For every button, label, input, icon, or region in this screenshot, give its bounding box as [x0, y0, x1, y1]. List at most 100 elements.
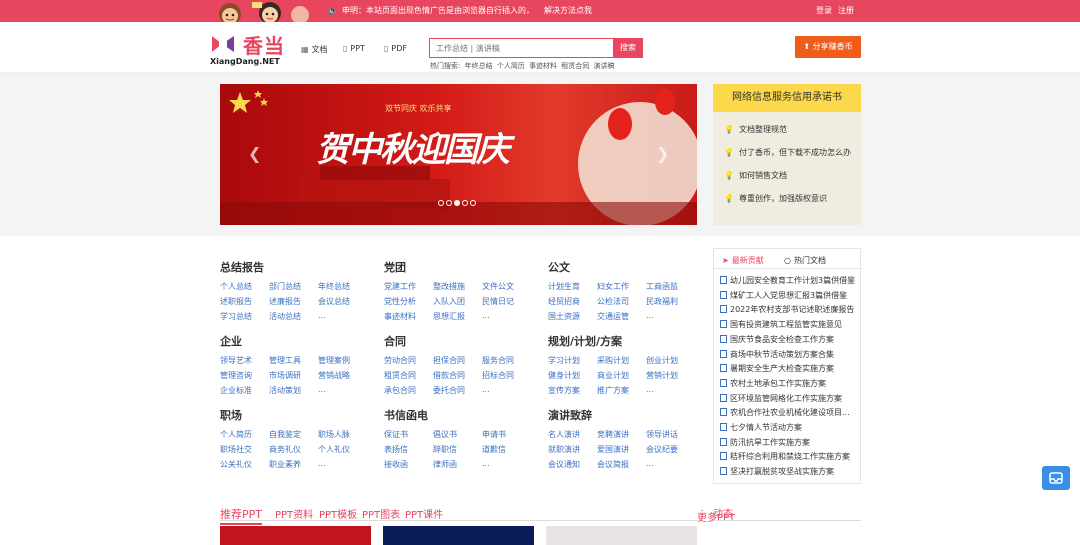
category-title[interactable]: 职场	[220, 407, 367, 423]
doc-list-item[interactable]: 国庆节食品安全检查工作方案	[720, 334, 834, 345]
category-link[interactable]: 采购计划	[597, 355, 646, 366]
category-link[interactable]: 自我鉴定	[269, 429, 318, 440]
nav-doc[interactable]: ▦ 文档	[301, 44, 328, 55]
category-link[interactable]: 爱国演讲	[597, 444, 646, 455]
category-link[interactable]: 民情日记	[482, 296, 531, 307]
category-link[interactable]: 党建工作	[384, 281, 433, 292]
carousel-dot[interactable]	[462, 200, 468, 206]
hot-search-item[interactable]: 年终总结	[465, 62, 493, 70]
category-link[interactable]: 企业标准	[220, 385, 269, 396]
category-link[interactable]: 公检法司	[597, 296, 646, 307]
search-button[interactable]: 搜索	[613, 38, 643, 58]
search-input[interactable]	[430, 39, 610, 57]
category-link[interactable]: 民政福利	[646, 296, 695, 307]
carousel-next-icon[interactable]: ❯	[656, 144, 669, 163]
doc-list-item[interactable]: 暑期安全生产大检查实施方案	[720, 363, 834, 374]
doc-list-item[interactable]: 2022年农村支部书记述职述廉报告	[720, 304, 854, 315]
ppt-thumbnail[interactable]	[546, 526, 697, 545]
category-link[interactable]: 领导艺术	[220, 355, 269, 366]
category-link[interactable]: 倡议书	[433, 429, 482, 440]
category-link[interactable]: 入队入团	[433, 296, 482, 307]
category-title[interactable]: 总结报告	[220, 259, 367, 275]
nav-pdf[interactable]: ▯ PDF	[384, 44, 407, 53]
category-link[interactable]: 领导讲话	[646, 429, 695, 440]
category-link[interactable]: 创业计划	[646, 355, 695, 366]
category-link[interactable]: 接收函	[384, 459, 433, 470]
category-link[interactable]: 商务礼仪	[269, 444, 318, 455]
category-link[interactable]: 年终总结	[318, 281, 367, 292]
category-link[interactable]: ...	[318, 459, 367, 470]
doc-list-item[interactable]: 农机合作社农业机械化建设项目...	[720, 407, 850, 418]
doc-list-item[interactable]: 区环境监管网格化工作实施方案	[720, 393, 842, 404]
category-link[interactable]: 市场调研	[269, 370, 318, 381]
category-link[interactable]: 会议通知	[548, 459, 597, 470]
category-link[interactable]: ...	[318, 311, 367, 322]
category-title[interactable]: 企业	[220, 333, 367, 349]
doc-list-item[interactable]: 秸秆综合利用和禁烧工作实施方案	[720, 451, 850, 462]
pledge-item[interactable]: 💡 文档整理规范	[724, 124, 787, 135]
category-title[interactable]: 书信函电	[384, 407, 531, 423]
category-link[interactable]: 担保合同	[433, 355, 482, 366]
category-link[interactable]: 整改措施	[433, 281, 482, 292]
category-link[interactable]: 劳动合同	[384, 355, 433, 366]
doc-list-item[interactable]: 防汛抗旱工作实施方案	[720, 437, 810, 448]
category-link[interactable]: 个人总结	[220, 281, 269, 292]
pledge-title[interactable]: 网络信息服务信用承诺书	[713, 84, 861, 112]
category-link[interactable]: 个人礼仪	[318, 444, 367, 455]
category-link[interactable]: 思想汇报	[433, 311, 482, 322]
doc-list-item[interactable]: 商场中秋节活动策划方案合集	[720, 349, 834, 360]
category-link[interactable]: 活动总结	[269, 311, 318, 322]
doc-list-item[interactable]: 农村土地承包工作实施方案	[720, 378, 826, 389]
hot-search-item[interactable]: 租赁合同	[561, 62, 589, 70]
category-link[interactable]: 申请书	[482, 429, 531, 440]
category-link[interactable]: ...	[318, 385, 367, 396]
tab-ppt-charts[interactable]: PPT图表	[362, 506, 400, 521]
category-link[interactable]: 推广方案	[597, 385, 646, 396]
nav-ppt[interactable]: ▯ PPT	[343, 44, 365, 53]
tab-ppt-courseware[interactable]: PPT课件	[405, 506, 443, 521]
category-link[interactable]: 经贸招商	[548, 296, 597, 307]
category-link[interactable]: 职场人脉	[318, 429, 367, 440]
tab-recommended-ppt[interactable]: 推荐PPT	[220, 506, 262, 525]
pledge-item[interactable]: 💡 尊重创作，加强版权意识	[724, 193, 827, 204]
site-logo[interactable]: 香当 XiangDang.NET	[210, 30, 286, 68]
category-link[interactable]: 党性分析	[384, 296, 433, 307]
category-link[interactable]: 会议纪要	[646, 444, 695, 455]
category-link[interactable]: 工商函监	[646, 281, 695, 292]
feedback-float-button[interactable]	[1042, 466, 1070, 490]
category-link[interactable]: 活动策划	[269, 385, 318, 396]
pledge-item[interactable]: 💡 如何销售文档	[724, 170, 787, 181]
hot-search-item[interactable]: 演讲稿	[594, 62, 615, 70]
category-link[interactable]: 管理案例	[318, 355, 367, 366]
category-link[interactable]: 学习总结	[220, 311, 269, 322]
category-link[interactable]: 事迹材料	[384, 311, 433, 322]
category-link[interactable]: 妇女工作	[597, 281, 646, 292]
category-link[interactable]: 道歉信	[482, 444, 531, 455]
category-link[interactable]: 公关礼仪	[220, 459, 269, 470]
category-link[interactable]: 营销战略	[318, 370, 367, 381]
category-title[interactable]: 演讲致辞	[548, 407, 695, 423]
category-link[interactable]: 借款合同	[433, 370, 482, 381]
login-link[interactable]: 登录	[816, 6, 832, 15]
tab-ppt-materials[interactable]: PPT资料	[275, 506, 313, 521]
category-title[interactable]: 合同	[384, 333, 531, 349]
category-link[interactable]: 文件公文	[482, 281, 531, 292]
category-link[interactable]: 述职报告	[220, 296, 269, 307]
carousel-dot[interactable]	[470, 200, 476, 206]
hot-search-item[interactable]: 个人简历	[497, 62, 525, 70]
hot-search-item[interactable]: 事迹材料	[529, 62, 557, 70]
category-link[interactable]: 服务合同	[482, 355, 531, 366]
doc-list-item[interactable]: 幼儿园安全教育工作计划3篇供借鉴	[720, 275, 855, 286]
doc-list-item[interactable]: 坚决打赢脱贫攻坚战实施方案	[720, 466, 834, 477]
category-link[interactable]: 述廉报告	[269, 296, 318, 307]
category-link[interactable]: 学习计划	[548, 355, 597, 366]
category-link[interactable]: 职业素养	[269, 459, 318, 470]
category-title[interactable]: 规划/计划/方案	[548, 333, 695, 349]
category-link[interactable]: 国土资源	[548, 311, 597, 322]
category-link[interactable]: 招标合同	[482, 370, 531, 381]
category-link[interactable]: 健身计划	[548, 370, 597, 381]
category-title[interactable]: 公文	[548, 259, 695, 275]
category-link[interactable]: 职场社交	[220, 444, 269, 455]
carousel-prev-icon[interactable]: ❮	[248, 144, 261, 163]
category-link[interactable]: 竞聘演讲	[597, 429, 646, 440]
